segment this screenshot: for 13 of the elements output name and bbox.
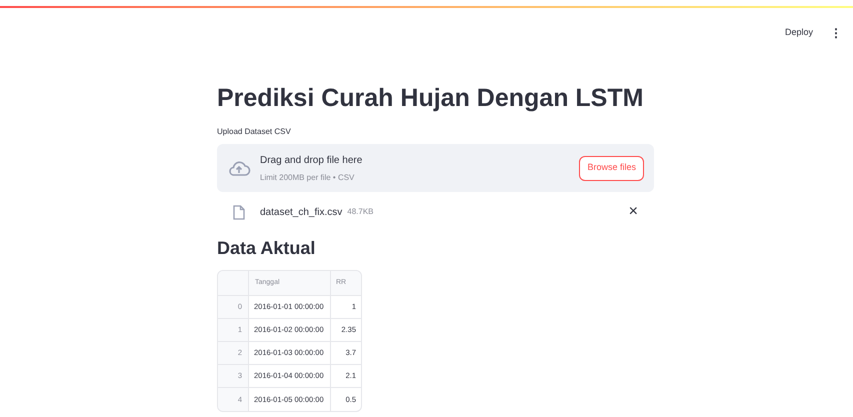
page-title: Prediksi Curah Hujan Dengan LSTM: [217, 83, 644, 114]
cloud-upload-icon: [227, 160, 251, 176]
menu-button[interactable]: ⋮: [829, 24, 843, 42]
file-icon: [233, 204, 245, 220]
file-limit-text: Limit 200MB per file • CSV: [260, 172, 356, 184]
remove-file-button[interactable]: ×: [628, 204, 638, 220]
file-dropzone[interactable]: Drag and drop file here Limit 200MB per file • CSV Browse files: [217, 144, 654, 192]
dropzone-instruction: Drag and drop file here: [260, 154, 362, 168]
file-size: 48.7KB: [347, 206, 374, 218]
file-name: dataset_ch_fix.csv: [260, 206, 342, 220]
uploader-label: Upload Dataset CSV: [217, 126, 292, 138]
deploy-link[interactable]: Deploy: [784, 26, 813, 40]
section-heading: Data Aktual: [217, 237, 316, 260]
